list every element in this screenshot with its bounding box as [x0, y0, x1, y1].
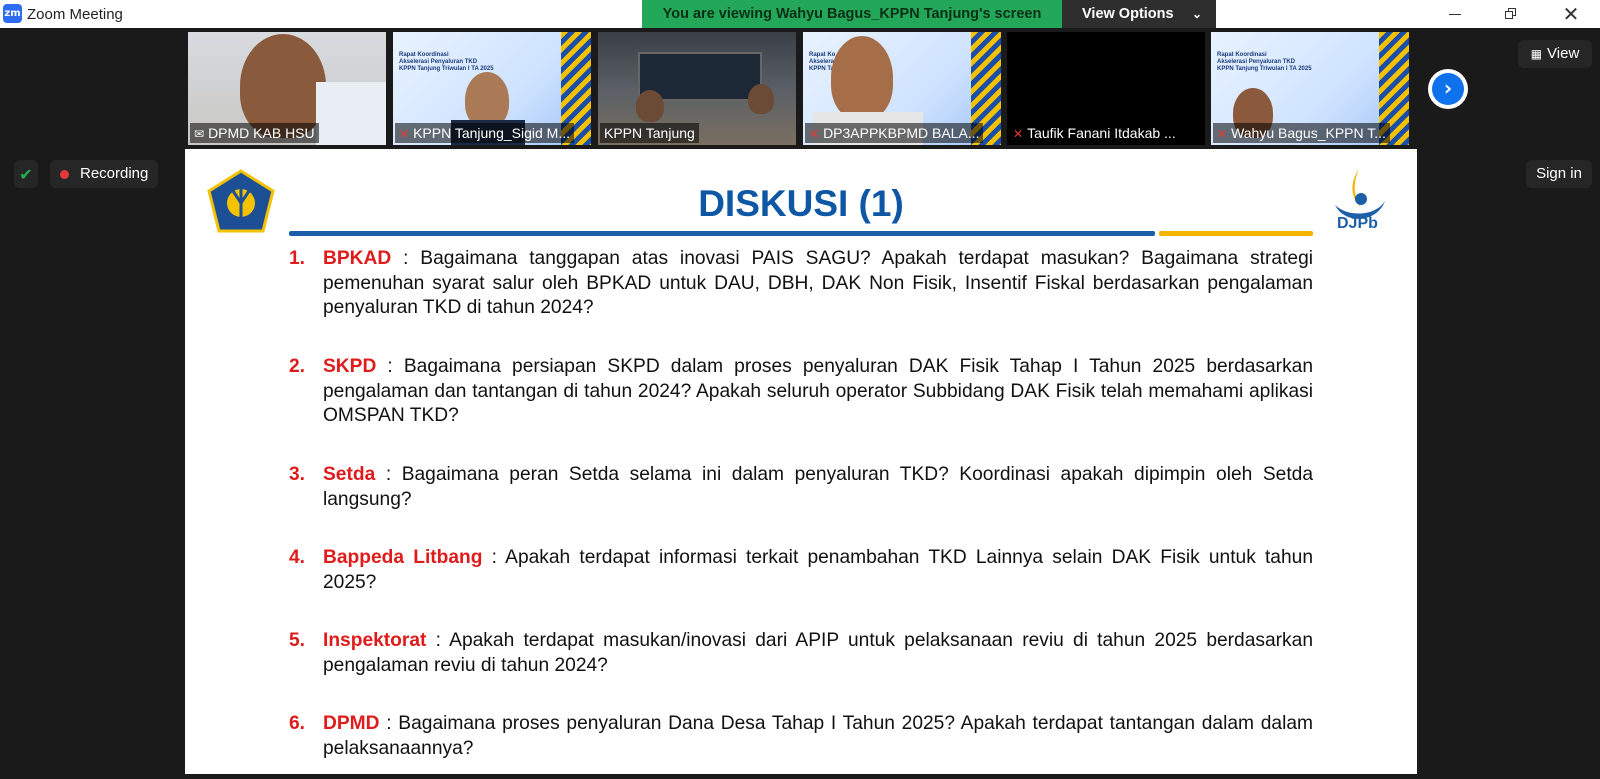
recording-label: Recording — [80, 165, 149, 182]
question-item: 3. Setda : Bagaimana peran Setda selama … — [289, 463, 1313, 512]
participant-name: DPMD KAB HSU — [208, 125, 315, 141]
recording-indicator[interactable]: Recording — [50, 160, 158, 188]
djpb-label: DJPb — [1337, 215, 1378, 232]
question-text: : Bagaimana peran Setda selama ini dalam… — [323, 464, 1313, 510]
question-heading: DPMD — [323, 713, 380, 734]
question-item: 4. Bappeda Litbang : Apakah terdapat inf… — [289, 546, 1313, 595]
view-options-button[interactable]: View Options ⌄ — [1062, 0, 1216, 28]
question-heading: Setda — [323, 464, 376, 485]
participant-name: Wahyu Bagus_KPPN T... — [1231, 125, 1386, 141]
view-options-label: View Options — [1082, 6, 1174, 22]
participant-name: KPPN Tanjung — [604, 125, 695, 141]
slide-title: DISKUSI (1) — [698, 183, 904, 224]
chevron-right-icon: › — [1432, 73, 1464, 105]
mic-muted-icon: ✕ — [399, 127, 410, 141]
participant-name: DP3APPKBPMD BALA... — [823, 125, 980, 141]
participant-tile[interactable]: ✕ Taufik Fanani Itdakab ... — [1007, 32, 1205, 145]
question-heading: SKPD — [323, 356, 377, 377]
question-number: 3. — [289, 464, 306, 485]
participant-tile[interactable]: Rapat Koordinasi Akselerasi Penyaluran TK… — [393, 32, 591, 145]
title-underline — [289, 231, 1155, 236]
restore-icon — [1505, 8, 1517, 20]
window-title: Zoom Meeting — [27, 6, 123, 23]
security-shield-button[interactable]: ✔ — [14, 160, 38, 188]
question-item: 2. SKPD : Bagaimana persiapan SKPD dalam… — [289, 355, 1313, 429]
participant-tile[interactable]: Rapat Koordinasi Akselerasi Penyaluran TK… — [1211, 32, 1409, 145]
question-text: : Apakah terdapat masukan/inovasi dari A… — [323, 630, 1313, 676]
recording-dot-icon — [60, 170, 69, 179]
question-number: 2. — [289, 356, 306, 377]
close-button[interactable]: ✕ — [1548, 0, 1594, 28]
next-participants-button[interactable]: › — [1428, 69, 1468, 109]
screen-share-banner: You are viewing Wahyu Bagus_KPPN Tanjung… — [642, 0, 1062, 28]
shared-screen-slide: DISKUSI (1) DJPb 1. BPKAD : Bagaimana ta… — [185, 149, 1417, 774]
question-text: : Bagaimana tanggapan atas inovasi PAIS … — [323, 248, 1313, 318]
zoom-logo-icon: zm — [3, 4, 22, 23]
question-number: 1. — [289, 248, 306, 269]
mic-muted-icon: ✕ — [809, 127, 820, 141]
participant-tile[interactable]: ✉ DPMD KAB HSU — [188, 32, 386, 145]
participant-video — [831, 36, 893, 120]
participant-name: KPPN Tanjung_Sigid M... — [413, 125, 571, 141]
minimize-icon — [1449, 13, 1461, 15]
pin-icon: ✉ — [194, 127, 205, 141]
mic-muted-icon: ✕ — [1013, 127, 1024, 141]
minimize-button[interactable] — [1432, 0, 1478, 28]
question-heading: Inspektorat — [323, 630, 427, 651]
close-icon: ✕ — [1562, 2, 1580, 26]
title-bar: zm Zoom Meeting You are viewing Wahyu Ba… — [0, 0, 1600, 28]
chevron-down-icon: ⌄ — [1191, 7, 1202, 21]
question-heading: Bappeda Litbang — [323, 547, 483, 568]
question-item: 6. DPMD : Bagaimana proses penyaluran Da… — [289, 712, 1313, 761]
participant-tile[interactable]: KPPN Tanjung — [598, 32, 796, 145]
grid-view-icon: ▦ — [1530, 47, 1543, 61]
question-number: 5. — [289, 630, 306, 651]
question-number: 4. — [289, 547, 306, 568]
question-item: 5. Inspektorat : Apakah terdapat masukan… — [289, 629, 1313, 678]
question-heading: BPKAD — [323, 248, 392, 269]
sign-in-button[interactable]: Sign in — [1526, 160, 1592, 188]
title-underline-accent — [1159, 231, 1313, 236]
view-label: View — [1547, 45, 1580, 62]
participant-name: Taufik Fanani Itdakab ... — [1027, 125, 1176, 141]
question-text: : Bagaimana proses penyaluran Dana Desa … — [323, 713, 1313, 759]
question-text: : Bagaimana persiapan SKPD dalam proses … — [323, 356, 1313, 426]
mic-muted-icon: ✕ — [1217, 127, 1228, 141]
participant-tile[interactable]: Rapat Ko Akselera KPPN Ta ✕ DP3APPKBPMD BAL… — [803, 32, 1001, 145]
restore-button[interactable] — [1488, 0, 1534, 28]
view-button[interactable]: ▦ View — [1518, 40, 1592, 68]
question-item: 1. BPKAD : Bagaimana tanggapan atas inov… — [289, 247, 1313, 321]
shield-check-icon: ✔ — [19, 164, 33, 184]
question-number: 6. — [289, 713, 306, 734]
